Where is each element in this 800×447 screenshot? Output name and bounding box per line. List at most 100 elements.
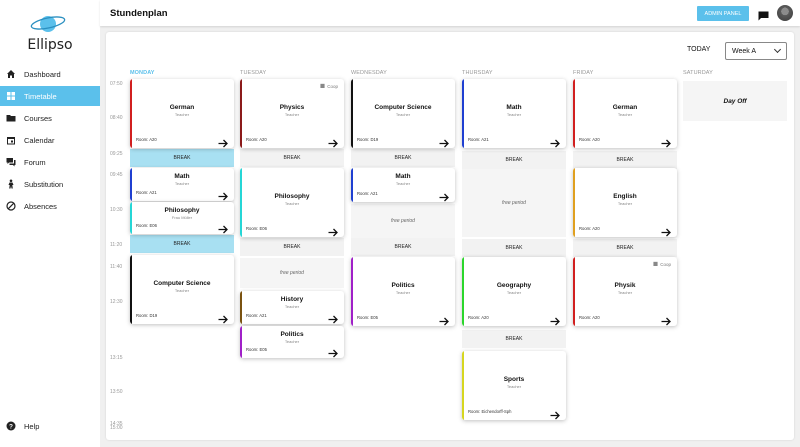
lesson-card[interactable]: Politics Teacher Room: E05 (351, 257, 455, 326)
lesson-room: Room: E06 (246, 226, 267, 231)
avatar[interactable] (777, 5, 793, 21)
lesson-card[interactable]: Math Teacher Room: A21 (462, 79, 566, 148)
time-label: 13:15 (110, 355, 123, 361)
lesson-teacher: Teacher (174, 181, 190, 186)
coop-label: Coop (327, 83, 338, 89)
calendar-icon (6, 135, 16, 145)
lesson-room: Room: A20 (468, 315, 489, 320)
lesson-card[interactable]: Geography Teacher Room: A20 (462, 257, 566, 326)
sidebar-item-absences[interactable]: Absences (0, 196, 100, 216)
day-header: THURSDAY (462, 70, 493, 76)
arrow-right-icon[interactable] (328, 135, 338, 148)
lesson-teacher: Teacher (506, 290, 522, 295)
arrow-right-icon[interactable] (218, 311, 228, 324)
lesson-card[interactable]: Sports Teacher Room: Eichendorff-Sph (462, 351, 566, 420)
day-off: Day Off (683, 81, 787, 121)
arrow-right-icon[interactable] (218, 135, 228, 148)
lesson-room: Room: A21 (136, 190, 157, 195)
break-slot: BREAK (351, 149, 455, 167)
lesson-card[interactable]: Math Teacher Room: A21 (130, 168, 234, 201)
lesson-subject: Physics (279, 104, 305, 111)
lesson-card[interactable]: Politics Teacher Room: E05 (240, 326, 344, 358)
arrow-right-icon[interactable] (661, 135, 671, 148)
arrow-right-icon[interactable] (439, 313, 449, 326)
break-slot: BREAK (240, 238, 344, 256)
lesson-teacher: Teacher (174, 112, 190, 117)
message-icon[interactable] (758, 8, 769, 21)
lesson-room: Room: A20 (136, 137, 157, 142)
break-slot: BREAK (462, 330, 566, 348)
lesson-subject: German (612, 104, 638, 111)
break-slot: BREAK (573, 239, 677, 257)
sidebar-item-label: Absences (24, 201, 57, 211)
admin-panel-button[interactable]: ADMIN PANEL (697, 6, 749, 21)
arrow-right-icon[interactable] (439, 135, 449, 148)
lesson-room: Room: E05 (246, 347, 267, 352)
sidebar-item-help[interactable]: ? Help (0, 416, 100, 436)
lesson-room: Room: E06 (136, 223, 157, 228)
sidebar-item-courses[interactable]: Courses (0, 108, 100, 128)
lesson-subject: History (280, 296, 304, 303)
lesson-card[interactable]: Philosophy Frau Müller Room: E06 (130, 202, 234, 234)
sidebar-item-dashboard[interactable]: Dashboard (0, 64, 100, 84)
break-slot: BREAK (573, 151, 677, 169)
coop-label: Coop (660, 261, 671, 267)
building-icon (320, 83, 325, 89)
time-label: 15:00 (110, 425, 123, 431)
arrow-right-icon[interactable] (328, 311, 338, 324)
lesson-room: Room: D19 (136, 313, 158, 318)
lesson-subject: Politics (391, 282, 415, 289)
lesson-card[interactable]: Computer Science Teacher Room: D19 (130, 255, 234, 324)
grid-icon (6, 91, 16, 101)
arrow-right-icon[interactable] (439, 189, 449, 202)
lesson-card[interactable]: Physics Teacher Room: A20 Coop (240, 79, 344, 148)
lesson-card[interactable]: History Teacher Room: A21 (240, 291, 344, 324)
lesson-card[interactable]: Math Teacher Room: A21 (351, 168, 455, 202)
arrow-right-icon[interactable] (661, 313, 671, 326)
lesson-room: Room: A20 (579, 137, 600, 142)
help-icon: ? (6, 421, 16, 431)
time-label: 08:40 (110, 115, 123, 121)
day-header: TUESDAY (240, 70, 267, 76)
arrow-right-icon[interactable] (218, 188, 228, 201)
lesson-room: Room: A20 (579, 226, 600, 231)
sidebar-item-timetable[interactable]: Timetable (0, 86, 100, 106)
sidebar-item-calendar[interactable]: Calendar (0, 130, 100, 150)
arrow-right-icon[interactable] (550, 407, 560, 420)
top-bar: Stundenplan ADMIN PANEL (100, 0, 800, 26)
lesson-card[interactable]: German Teacher Room: A20 (573, 79, 677, 148)
week-select[interactable]: Week A (725, 42, 787, 60)
break-slot: BREAK (130, 149, 234, 167)
arrow-right-icon[interactable] (328, 224, 338, 237)
today-button[interactable]: TODAY (687, 46, 710, 53)
arrow-right-icon[interactable] (661, 224, 671, 237)
lesson-card[interactable]: German Teacher Room: A20 (130, 79, 234, 148)
break-slot: BREAK (351, 238, 455, 256)
sidebar-item-label: Courses (24, 113, 52, 123)
sidebar-item-label: Timetable (24, 91, 57, 101)
building-icon (653, 261, 658, 267)
arrow-right-icon[interactable] (550, 313, 560, 326)
lesson-card[interactable]: English Teacher Room: A20 (573, 168, 677, 237)
time-label: 10:30 (110, 207, 123, 213)
lesson-card[interactable]: Physik Teacher Room: A20 Coop (573, 257, 677, 326)
lesson-teacher: Teacher (617, 290, 633, 295)
coop-badge: Coop (320, 83, 338, 89)
time-label: 09:45 (110, 172, 123, 178)
lesson-card[interactable]: Philosophy Teacher Room: E06 (240, 168, 344, 237)
arrow-right-icon[interactable] (550, 135, 560, 148)
break-slot: BREAK (240, 149, 344, 167)
lesson-room: Room: Eichendorff-Sph (468, 409, 512, 414)
lesson-subject: Computer Science (153, 280, 211, 287)
sidebar-item-forum[interactable]: Forum (0, 152, 100, 172)
arrow-right-icon[interactable] (218, 221, 228, 234)
lesson-teacher: Teacher (284, 304, 300, 309)
day-header: FRIDAY (573, 70, 594, 76)
lesson-card[interactable]: Computer Science Teacher Room: D19 (351, 79, 455, 148)
arrow-right-icon[interactable] (328, 345, 338, 358)
lesson-room: Room: A21 (468, 137, 489, 142)
lesson-subject: Philosophy (274, 193, 310, 200)
sidebar-item-substitution[interactable]: Substitution (0, 174, 100, 194)
free-period: free period (462, 169, 566, 237)
page-title: Stundenplan (110, 8, 168, 19)
